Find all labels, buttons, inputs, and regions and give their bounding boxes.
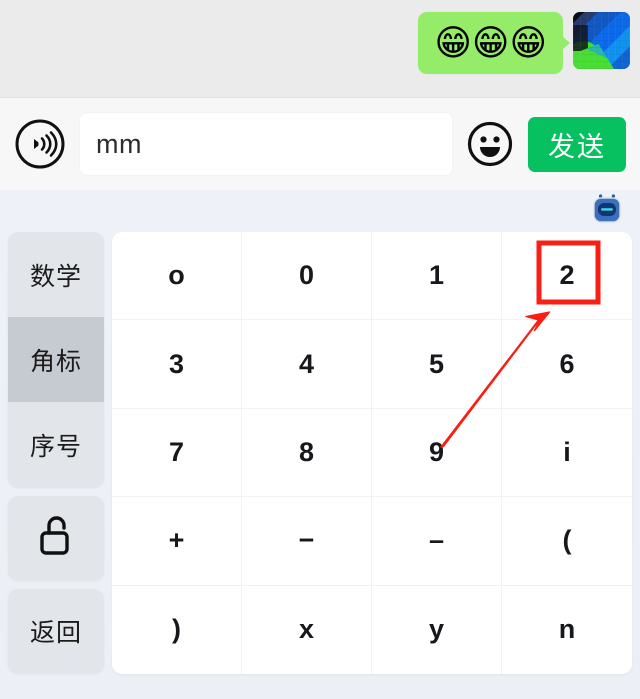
key-n[interactable]: n bbox=[502, 586, 632, 674]
symbol-key-grid: o 0 1 2 3 4 5 6 7 8 9 i + − – ( ) x y n bbox=[112, 232, 632, 674]
key-y[interactable]: y bbox=[372, 585, 502, 674]
avatar-pixel-grid bbox=[573, 12, 630, 69]
message-input-bar: mm 发送 bbox=[0, 97, 640, 190]
keyboard-sidebar: 数学 角标 序号 返回 bbox=[8, 232, 104, 673]
key-i[interactable]: i bbox=[502, 409, 632, 498]
unlock-icon bbox=[36, 512, 76, 565]
key-0[interactable]: 0 bbox=[242, 232, 372, 321]
key-1[interactable]: 1 bbox=[372, 232, 502, 321]
key-6[interactable]: 6 bbox=[502, 320, 632, 409]
voice-wave-icon[interactable] bbox=[14, 118, 66, 170]
key-paren-open[interactable]: ( bbox=[502, 497, 632, 586]
sidebar-item-subscript[interactable]: 角标 bbox=[8, 317, 104, 402]
key-3[interactable]: 3 bbox=[112, 320, 242, 409]
message-input-value: mm bbox=[96, 128, 142, 159]
key-x[interactable]: x bbox=[242, 585, 372, 674]
send-button[interactable]: 发送 bbox=[528, 116, 626, 172]
key-4[interactable]: 4 bbox=[242, 320, 372, 409]
chat-message-area: 😁😁😁 bbox=[0, 0, 640, 97]
lock-button[interactable] bbox=[8, 496, 104, 580]
message-emoji-text: 😁😁😁 bbox=[434, 22, 547, 63]
back-button[interactable]: 返回 bbox=[8, 589, 104, 673]
key-8[interactable]: 8 bbox=[242, 408, 372, 498]
key-minus[interactable]: − bbox=[242, 497, 372, 586]
key-plus[interactable]: + bbox=[112, 497, 242, 586]
key-paren-close[interactable]: ) bbox=[112, 585, 242, 674]
message-text-field[interactable]: mm bbox=[80, 113, 452, 175]
key-9[interactable]: 9 bbox=[372, 408, 502, 498]
key-7[interactable]: 7 bbox=[112, 408, 242, 498]
robot-mascot-icon[interactable] bbox=[590, 193, 624, 229]
chat-bubble-outgoing[interactable]: 😁😁😁 bbox=[418, 12, 570, 74]
key-5[interactable]: 5 bbox=[372, 320, 502, 409]
sidebar-item-math[interactable]: 数学 bbox=[8, 232, 104, 317]
symbol-keyboard-panel: 数学 角标 序号 返回 o 0 1 2 3 4 5 6 7 8 9 i + − … bbox=[0, 190, 640, 699]
sidebar-item-ordinal[interactable]: 序号 bbox=[8, 402, 104, 487]
app-root: 😁😁😁 mm 发送 数学 角标 序号 返回 o 0 1 2 3 4 5 6 7 … bbox=[0, 0, 640, 699]
key-o[interactable]: o bbox=[112, 232, 242, 321]
avatar[interactable] bbox=[573, 12, 630, 69]
smiley-face-icon[interactable] bbox=[466, 120, 514, 168]
keyboard-top-bar bbox=[0, 190, 640, 232]
outgoing-message-row: 😁😁😁 bbox=[418, 12, 640, 74]
key-dash[interactable]: – bbox=[372, 497, 502, 586]
sidebar-category-group: 数学 角标 序号 bbox=[8, 232, 104, 487]
key-2[interactable]: 2 bbox=[502, 232, 632, 321]
